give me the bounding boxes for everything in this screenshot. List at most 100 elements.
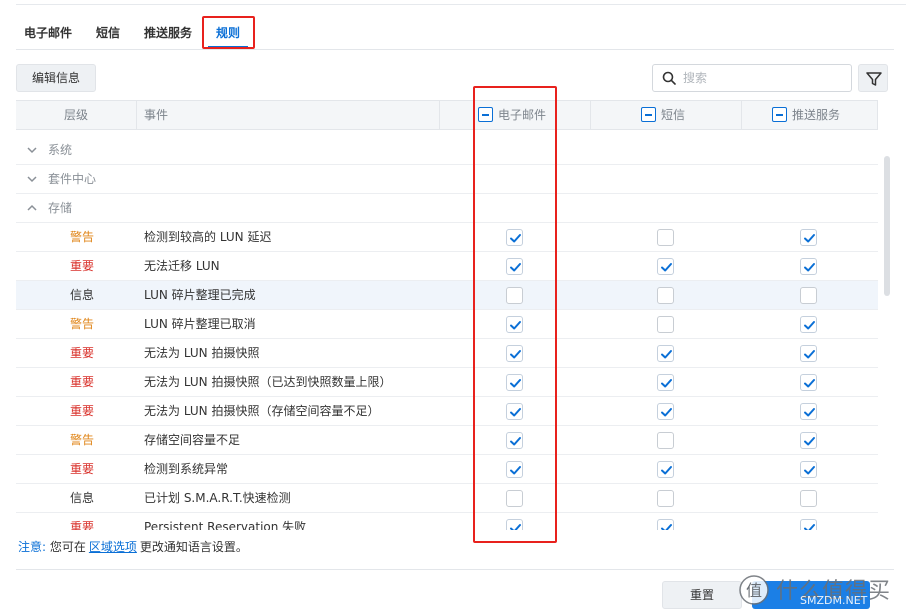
table-row[interactable]: 警告 检测到较高的 LUN 延迟 bbox=[16, 223, 878, 252]
table-row[interactable]: 信息 已计划 S.M.A.R.T.快速检测 bbox=[16, 484, 878, 513]
search-icon bbox=[662, 71, 676, 85]
sms-checkbox[interactable] bbox=[657, 519, 674, 530]
email-checkbox[interactable] bbox=[506, 229, 523, 246]
sms-checkbox[interactable] bbox=[657, 345, 674, 362]
push-checkbox[interactable] bbox=[800, 432, 817, 449]
group-row[interactable]: 套件中心 bbox=[16, 165, 878, 194]
vertical-scrollbar[interactable] bbox=[884, 156, 890, 296]
push-checkbox[interactable] bbox=[800, 403, 817, 420]
checkmark-icon bbox=[510, 234, 521, 243]
email-checkbox[interactable] bbox=[506, 258, 523, 275]
email-checkbox[interactable] bbox=[506, 461, 523, 478]
column-header-email[interactable]: 电子邮件 bbox=[478, 101, 546, 129]
sms-checkbox[interactable] bbox=[657, 287, 674, 304]
push-checkbox[interactable] bbox=[800, 229, 817, 246]
email-checkbox[interactable] bbox=[506, 490, 523, 507]
note-prefix: 您可在 bbox=[49, 540, 86, 554]
sms-checkbox[interactable] bbox=[657, 461, 674, 478]
email-checkbox[interactable] bbox=[506, 316, 523, 333]
sms-checkbox[interactable] bbox=[657, 403, 674, 420]
table-row[interactable]: 重要 无法为 LUN 拍摄快照（已达到快照数量上限） bbox=[16, 368, 878, 397]
group-row[interactable]: 存储 bbox=[16, 194, 878, 223]
search-input[interactable] bbox=[683, 68, 843, 88]
push-checkbox[interactable] bbox=[800, 519, 817, 530]
chevron-up-icon[interactable] bbox=[26, 202, 38, 214]
group-label: 存储 bbox=[48, 201, 73, 215]
chevron-down-icon[interactable] bbox=[26, 144, 38, 156]
tab-sms[interactable]: 短信 bbox=[96, 18, 120, 48]
severity-level: 重要 bbox=[69, 346, 94, 360]
group-row[interactable]: 系统 bbox=[16, 136, 878, 165]
tab-push-service[interactable]: 推送服务 bbox=[144, 18, 192, 48]
severity-level: 重要 bbox=[69, 375, 94, 389]
regional-options-link[interactable]: 区域选项 bbox=[89, 540, 137, 554]
table-row[interactable]: 信息 LUN 碎片整理已完成 bbox=[16, 281, 878, 310]
table-row[interactable]: 重要 检测到系统异常 bbox=[16, 455, 878, 484]
event-name: LUN 碎片整理已取消 bbox=[144, 317, 256, 331]
sms-checkbox[interactable] bbox=[657, 316, 674, 333]
push-checkbox[interactable] bbox=[800, 316, 817, 333]
checkmark-icon bbox=[510, 379, 521, 388]
event-name: 检测到较高的 LUN 延迟 bbox=[144, 230, 272, 244]
table-row[interactable]: 重要 无法迁移 LUN bbox=[16, 252, 878, 281]
severity-level: 重要 bbox=[69, 462, 94, 476]
column-header-sms[interactable]: 短信 bbox=[641, 101, 685, 129]
tab-rules[interactable]: 规则 bbox=[216, 18, 240, 48]
checkmark-icon bbox=[804, 466, 815, 475]
column-header-level[interactable]: 层级 bbox=[64, 101, 88, 129]
email-checkbox[interactable] bbox=[506, 287, 523, 304]
table-row[interactable]: 重要 无法为 LUN 拍摄快照（存储空间容量不足） bbox=[16, 397, 878, 426]
severity-level: 警告 bbox=[69, 317, 94, 331]
sms-checkbox[interactable] bbox=[657, 229, 674, 246]
checkmark-icon bbox=[661, 379, 672, 388]
email-checkbox[interactable] bbox=[506, 374, 523, 391]
email-checkbox[interactable] bbox=[506, 519, 523, 530]
sms-checkbox[interactable] bbox=[657, 374, 674, 391]
checkmark-icon bbox=[804, 263, 815, 272]
push-checkbox[interactable] bbox=[800, 461, 817, 478]
event-name: 无法为 LUN 拍摄快照（存储空间容量不足） bbox=[144, 404, 380, 418]
tab-email[interactable]: 电子邮件 bbox=[24, 18, 72, 48]
table-row[interactable]: 重要 Persistent Reservation 失败 bbox=[16, 513, 878, 530]
column-header-event[interactable]: 事件 bbox=[144, 101, 168, 129]
push-select-all-checkbox[interactable] bbox=[772, 107, 787, 122]
event-name: 已计划 S.M.A.R.T.快速检测 bbox=[144, 491, 291, 505]
sms-checkbox[interactable] bbox=[657, 490, 674, 507]
email-checkbox[interactable] bbox=[506, 432, 523, 449]
event-name: 检测到系统异常 bbox=[144, 462, 229, 476]
sms-select-all-checkbox[interactable] bbox=[641, 107, 656, 122]
group-label: 系统 bbox=[48, 143, 73, 157]
sms-checkbox[interactable] bbox=[657, 258, 674, 275]
filter-button[interactable] bbox=[858, 64, 888, 92]
email-select-all-checkbox[interactable] bbox=[478, 107, 493, 122]
checkmark-icon bbox=[661, 524, 672, 530]
checkmark-icon bbox=[661, 263, 672, 272]
table-row[interactable]: 警告 LUN 碎片整理已取消 bbox=[16, 310, 878, 339]
edit-message-button[interactable]: 编辑信息 bbox=[16, 64, 96, 92]
checkmark-icon bbox=[804, 524, 815, 530]
checkmark-icon bbox=[661, 408, 672, 417]
column-header-push[interactable]: 推送服务 bbox=[772, 101, 840, 129]
event-name: 存储空间容量不足 bbox=[144, 433, 241, 447]
event-name: 无法为 LUN 拍摄快照（已达到快照数量上限） bbox=[144, 375, 392, 389]
table-row[interactable]: 重要 无法为 LUN 拍摄快照 bbox=[16, 339, 878, 368]
column-divider bbox=[590, 101, 591, 129]
email-checkbox[interactable] bbox=[506, 403, 523, 420]
push-checkbox[interactable] bbox=[800, 374, 817, 391]
push-checkbox[interactable] bbox=[800, 345, 817, 362]
push-checkbox[interactable] bbox=[800, 258, 817, 275]
column-header-sms-label: 短信 bbox=[661, 108, 686, 122]
filter-icon bbox=[866, 72, 882, 86]
severity-level: 信息 bbox=[69, 288, 94, 302]
table-header: 层级 事件 电子邮件 短信 推送服务 bbox=[16, 100, 878, 130]
chevron-down-icon[interactable] bbox=[26, 173, 38, 185]
checkmark-icon bbox=[510, 437, 521, 446]
checkmark-icon bbox=[510, 350, 521, 359]
search-field[interactable] bbox=[652, 64, 852, 92]
push-checkbox[interactable] bbox=[800, 490, 817, 507]
push-checkbox[interactable] bbox=[800, 287, 817, 304]
reset-button[interactable]: 重置 bbox=[662, 581, 742, 609]
sms-checkbox[interactable] bbox=[657, 432, 674, 449]
table-row[interactable]: 警告 存储空间容量不足 bbox=[16, 426, 878, 455]
email-checkbox[interactable] bbox=[506, 345, 523, 362]
